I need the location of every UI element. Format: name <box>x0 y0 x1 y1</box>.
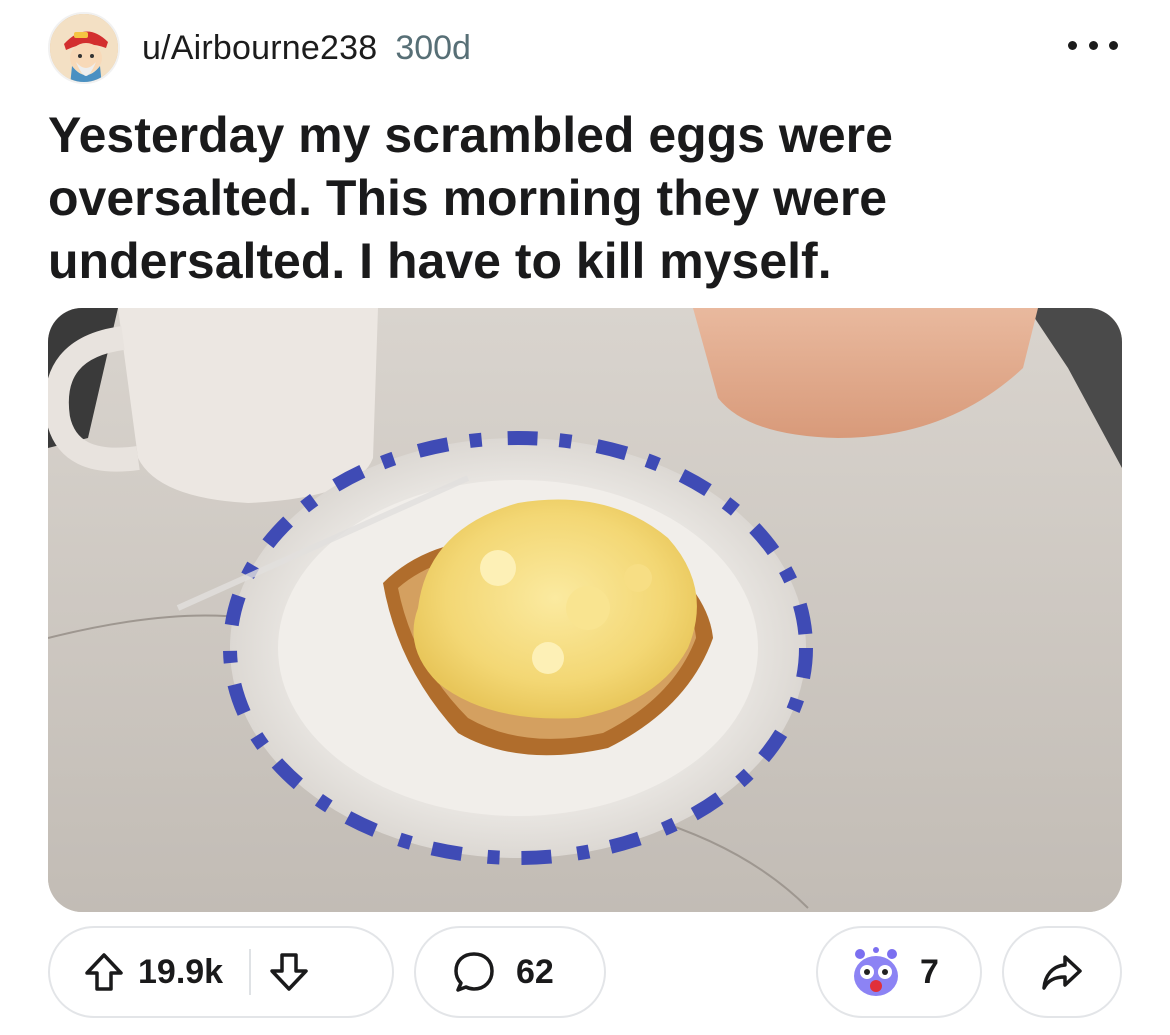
vote-score: 19.9k <box>138 952 224 991</box>
share-arrow-icon <box>1042 955 1082 990</box>
award-count: 7 <box>920 952 939 991</box>
comment-count: 62 <box>516 952 554 991</box>
post-header: u/Airbourne238 300d <box>48 12 1122 84</box>
downvote-arrow-icon[interactable] <box>261 944 317 1000</box>
more-options-icon[interactable] <box>1068 30 1118 60</box>
award-button[interactable]: 7 <box>816 926 982 1018</box>
post-title[interactable]: Yesterday my scrambled eggs were oversal… <box>48 104 1048 293</box>
upvote-arrow-icon[interactable] <box>76 944 132 1000</box>
eggs-photo <box>48 308 1122 912</box>
author-username[interactable]: u/Airbourne238 <box>142 29 377 68</box>
reddit-post: u/Airbourne238 300d Yesterday my scrambl… <box>0 0 1170 1035</box>
post-image[interactable] <box>48 308 1122 912</box>
comments-button[interactable]: 62 <box>414 926 606 1018</box>
vote-pill: 19.9k <box>48 926 394 1018</box>
post-age: 300d <box>395 28 471 67</box>
more-dot <box>1088 40 1098 50</box>
vote-divider <box>249 949 252 995</box>
more-dot <box>1109 40 1118 50</box>
more-dot <box>1068 40 1077 50</box>
comment-bubble-icon <box>446 944 502 1000</box>
share-button[interactable] <box>1002 926 1122 1018</box>
shocked-face-award-icon <box>848 944 904 1000</box>
action-bar: 19.9k 62 7 <box>48 926 1122 1018</box>
avatar[interactable] <box>48 12 120 84</box>
